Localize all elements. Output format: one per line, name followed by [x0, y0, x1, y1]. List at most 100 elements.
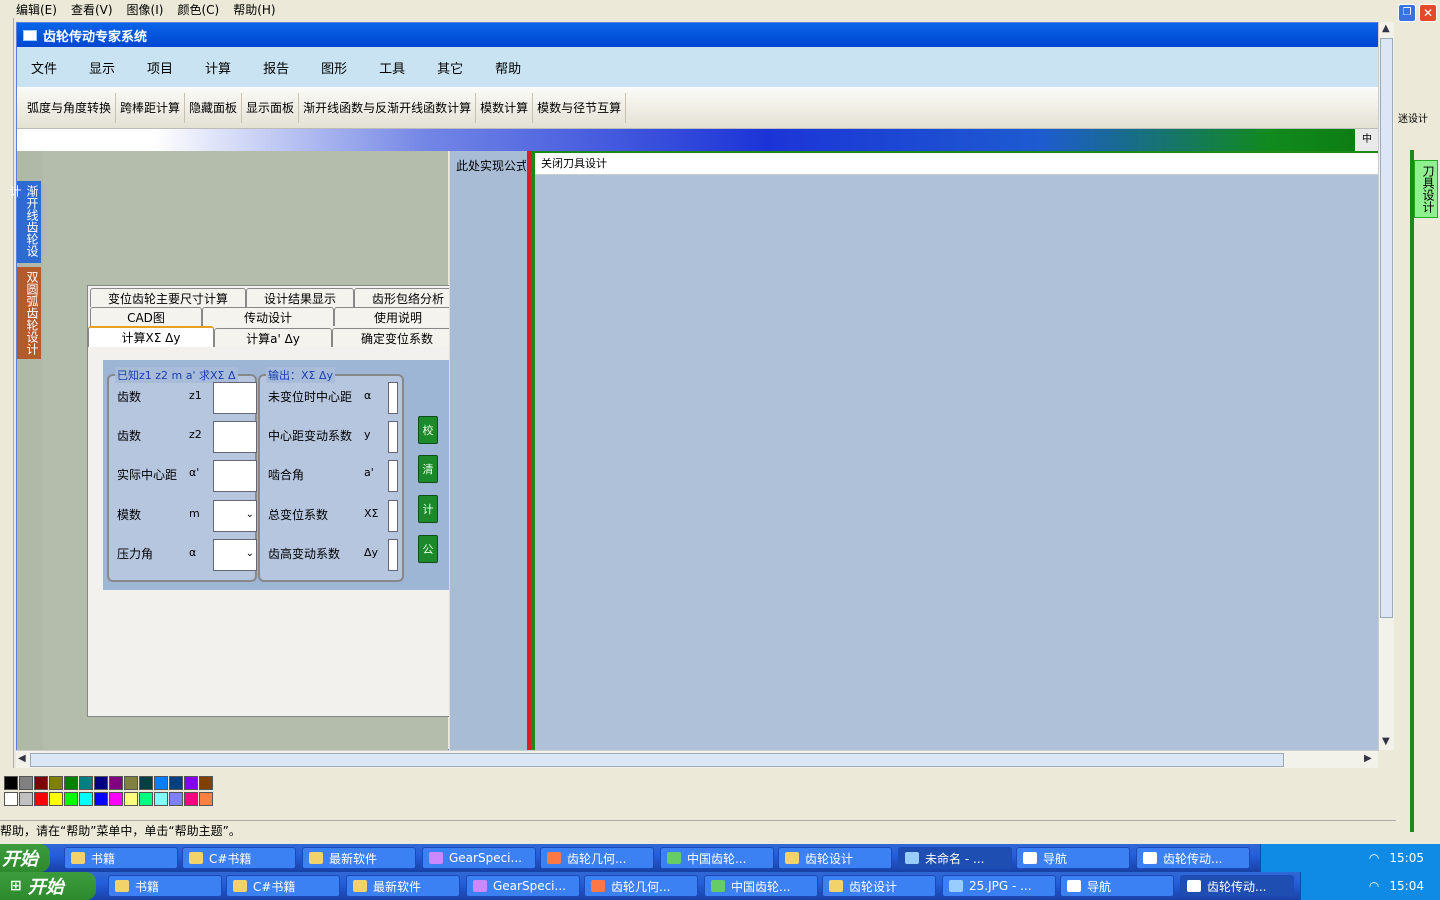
color-swatch[interactable]: [109, 792, 123, 806]
outer-menu-help[interactable]: 帮助(H): [233, 1, 275, 18]
z2-input[interactable]: [213, 421, 257, 453]
color-swatch[interactable]: [94, 776, 108, 790]
task-new-software[interactable]: 最新软件: [346, 875, 460, 897]
horizontal-scrollbar[interactable]: ◀ ▶: [16, 750, 1378, 768]
tab-results[interactable]: 设计结果显示: [246, 288, 354, 307]
color-swatch[interactable]: [154, 792, 168, 806]
color-swatch[interactable]: [19, 776, 33, 790]
task-new-software[interactable]: 最新软件: [302, 847, 416, 869]
tab-cad[interactable]: CAD图: [90, 307, 202, 326]
color-swatch[interactable]: [199, 776, 213, 790]
task-csharp-books[interactable]: C#书籍: [226, 875, 340, 897]
color-swatch[interactable]: [139, 776, 153, 790]
color-swatch[interactable]: [169, 776, 183, 790]
scroll-up-icon[interactable]: ▲: [1382, 23, 1390, 34]
menu-file[interactable]: 文件: [31, 58, 57, 77]
tab-tool-design[interactable]: 刀具设计: [1414, 160, 1438, 218]
color-swatch[interactable]: [79, 792, 93, 806]
task-gear-design[interactable]: 齿轮设计: [778, 847, 892, 869]
tab-calc-xsum[interactable]: 计算XΣ Δy: [88, 326, 214, 347]
color-swatch[interactable]: [154, 776, 168, 790]
task-nav[interactable]: 导航: [1016, 847, 1130, 869]
menu-help[interactable]: 帮助: [495, 58, 521, 77]
check-button[interactable]: 校: [418, 416, 438, 444]
menu-other[interactable]: 其它: [437, 58, 463, 77]
tab-transmission[interactable]: 传动设计: [202, 307, 334, 326]
tab-calc-a[interactable]: 计算a' Δy: [214, 328, 332, 347]
tab-manual[interactable]: 使用说明: [334, 307, 462, 326]
task-gear-transmission[interactable]: 齿轮传动...: [1180, 875, 1294, 897]
color-swatch[interactable]: [4, 776, 18, 790]
wifi-icon[interactable]: ◠: [1369, 851, 1379, 865]
color-swatch[interactable]: [4, 792, 18, 806]
task-jpg-paint[interactable]: 25.JPG - ...: [942, 875, 1056, 897]
color-swatch[interactable]: [199, 792, 213, 806]
outer-menu-image[interactable]: 图像(I): [127, 1, 164, 18]
color-swatch[interactable]: [184, 792, 198, 806]
center-distance-input[interactable]: [213, 460, 257, 492]
task-gearspec[interactable]: GearSpeci...: [422, 847, 536, 869]
tab-double-arc-gear[interactable]: 双圆弧齿轮设计: [17, 267, 41, 359]
vertical-scrollbar[interactable]: ▲ ▼: [1378, 22, 1394, 750]
restore-button[interactable]: ❐: [1398, 4, 1416, 22]
z1-input[interactable]: [213, 382, 257, 414]
wifi-icon[interactable]: ◠: [1369, 879, 1379, 893]
outer-menu-edit[interactable]: 编辑(E): [16, 1, 57, 18]
color-swatch[interactable]: [169, 792, 183, 806]
color-swatch[interactable]: [49, 776, 63, 790]
color-swatch[interactable]: [34, 776, 48, 790]
outer-menu-color[interactable]: 颜色(C): [177, 1, 219, 18]
menu-display[interactable]: 显示: [89, 58, 115, 77]
color-swatch[interactable]: [124, 792, 138, 806]
clear-button[interactable]: 清: [418, 455, 438, 483]
task-gear-transmission[interactable]: 齿轮传动...: [1136, 847, 1250, 869]
tab-main-dims[interactable]: 变位齿轮主要尺寸计算: [90, 288, 246, 307]
toolbar-radian-degree[interactable]: 弧度与角度转换: [23, 92, 117, 123]
banner-tab[interactable]: 中: [1355, 129, 1379, 151]
menu-tools[interactable]: 工具: [379, 58, 405, 77]
color-swatch[interactable]: [64, 792, 78, 806]
task-books[interactable]: 书籍: [64, 847, 178, 869]
color-swatch[interactable]: [34, 792, 48, 806]
menu-report[interactable]: 报告: [263, 58, 289, 77]
tab-determine-shift[interactable]: 确定变位系数: [332, 328, 462, 347]
mesh-angle-output[interactable]: [388, 460, 398, 492]
toolbar-involute-func[interactable]: 渐开线函数与反渐开线函数计算: [299, 92, 477, 123]
task-csharp-books[interactable]: C#书籍: [182, 847, 296, 869]
formula-button[interactable]: 公: [418, 535, 438, 563]
color-swatch[interactable]: [184, 776, 198, 790]
task-gearspec[interactable]: GearSpeci...: [466, 875, 580, 897]
scroll-right-icon[interactable]: ▶: [1364, 753, 1372, 764]
pressure-angle-select[interactable]: ⌄: [213, 539, 257, 571]
scroll-down-icon[interactable]: ▼: [1382, 736, 1390, 747]
std-center-output[interactable]: [388, 382, 398, 414]
y-output[interactable]: [388, 421, 398, 453]
color-swatch[interactable]: [139, 792, 153, 806]
horizontal-scroll-thumb[interactable]: [30, 753, 1284, 767]
start-button-lower[interactable]: ⊞ 开始: [0, 872, 96, 900]
color-swatch[interactable]: [19, 792, 33, 806]
color-swatch[interactable]: [49, 792, 63, 806]
color-swatch[interactable]: [94, 792, 108, 806]
task-china-gear[interactable]: 中国齿轮...: [660, 847, 774, 869]
color-swatch[interactable]: [79, 776, 93, 790]
menu-project[interactable]: 项目: [147, 58, 173, 77]
close-button[interactable]: ✕: [1419, 4, 1437, 22]
color-swatch[interactable]: [124, 776, 138, 790]
task-gear-design[interactable]: 齿轮设计: [822, 875, 936, 897]
toolbar-module-pitch[interactable]: 模数与径节互算: [533, 92, 627, 123]
scroll-left-icon[interactable]: ◀: [18, 753, 26, 764]
vertical-scroll-thumb[interactable]: [1380, 38, 1393, 618]
toolbar-show-panel[interactable]: 显示面板: [242, 92, 300, 123]
module-select[interactable]: ⌄: [213, 500, 257, 532]
outer-menu-view[interactable]: 查看(V): [71, 1, 113, 18]
task-china-gear[interactable]: 中国齿轮...: [704, 875, 818, 897]
menu-graphics[interactable]: 图形: [321, 58, 347, 77]
task-books[interactable]: 书籍: [108, 875, 222, 897]
start-button-upper[interactable]: 开始: [0, 844, 50, 872]
tab-envelope[interactable]: 齿形包络分析: [354, 288, 462, 307]
xsum-output[interactable]: [388, 500, 398, 532]
menu-calc[interactable]: 计算: [205, 58, 231, 77]
tab-involute-gear[interactable]: 渐开线齿轮设计: [8, 181, 41, 263]
calculate-button[interactable]: 计: [418, 495, 438, 523]
